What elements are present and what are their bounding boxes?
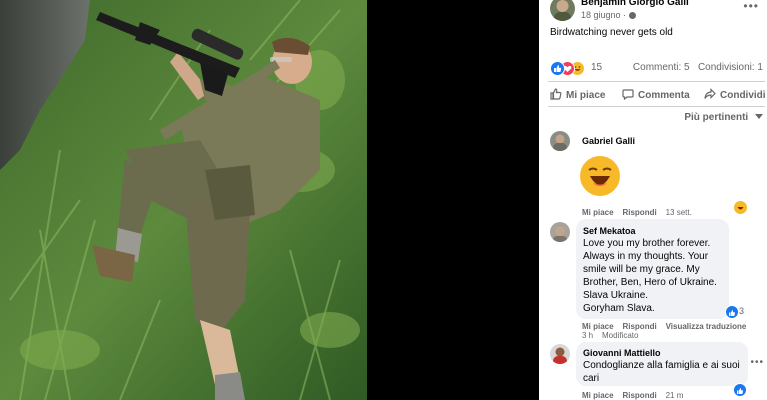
- comment-like-link[interactable]: Mi piace: [582, 208, 614, 217]
- photo-illustration: [0, 0, 367, 400]
- comment-share-counts: Commenti: 5 Condivisioni: 1: [633, 62, 763, 73]
- comment-text-line: Always in my thoughts. Your: [583, 251, 709, 262]
- comment-text: Love you my brother forever. Always in m…: [583, 237, 717, 315]
- comment-reply-link[interactable]: Rispondi: [622, 391, 656, 400]
- like-reaction-icon[interactable]: [725, 305, 739, 319]
- comment-sort-label: Più pertinenti: [684, 112, 749, 123]
- share-button-label: Condividi: [720, 90, 766, 101]
- comment-sort-dropdown[interactable]: Più pertinenti: [684, 112, 763, 123]
- author-name[interactable]: Benjamin Giorgio Galli: [581, 0, 689, 8]
- comment-reply-link[interactable]: Rispondi: [622, 208, 656, 217]
- post-date-text[interactable]: 18 giugno ·: [581, 10, 626, 20]
- post-date[interactable]: 18 giugno ·: [581, 10, 637, 20]
- share-count[interactable]: Condivisioni: 1: [698, 62, 763, 73]
- haha-reaction-icon[interactable]: [733, 200, 748, 215]
- laughing-emoji-sticker: [580, 156, 620, 196]
- more-options-icon[interactable]: •••: [743, 0, 759, 13]
- comment-options-icon[interactable]: •••: [750, 357, 764, 368]
- share-icon: [704, 88, 716, 99]
- comment-author[interactable]: Sef Mekatoa: [583, 226, 636, 236]
- comment-text-line: cari: [583, 373, 600, 384]
- like-button[interactable]: Mi piace: [550, 88, 605, 101]
- comment-author[interactable]: Giovanni Mattiello: [583, 348, 661, 358]
- post-caption: Birdwatching never gets old: [550, 27, 673, 38]
- comment-time[interactable]: 21 m: [666, 391, 684, 400]
- like-reaction-icon[interactable]: [733, 383, 747, 397]
- comment-icon: [622, 89, 634, 101]
- comment-text-line: Brother, Ben, Hero of Ukraine.: [583, 277, 717, 288]
- comment-text: Condoglianze alla famiglia e ai suoi car…: [583, 359, 740, 385]
- share-button[interactable]: Condividi: [704, 88, 766, 101]
- comment-avatar[interactable]: [550, 131, 570, 151]
- comment-text-line: Goryham Slava.: [583, 303, 655, 314]
- comment-time[interactable]: 13 sett.: [666, 208, 692, 217]
- comment-text-line: Love you my brother forever.: [583, 238, 711, 249]
- comment-avatar[interactable]: [550, 344, 570, 364]
- edited-label: Modificato: [602, 331, 639, 340]
- comment-like-link[interactable]: Mi piace: [582, 391, 614, 400]
- comment-author[interactable]: Gabriel Galli: [582, 136, 635, 146]
- comment-text-line: smile will be my grace. My: [583, 264, 700, 275]
- comment-time[interactable]: 3 h: [582, 331, 593, 340]
- post-photo[interactable]: [0, 0, 367, 400]
- post-side-panel: Benjamin Giorgio Galli 18 giugno · ••• B…: [539, 0, 767, 400]
- comment-meta: Mi piace Rispondi Visualizza traduzione: [582, 322, 746, 331]
- comment-text-line: Slava Ukraine.: [583, 290, 649, 301]
- viewer-backdrop: [367, 0, 539, 400]
- comment-button[interactable]: Commenta: [622, 88, 690, 101]
- comment-meta: Mi piace Rispondi 13 sett.: [582, 208, 692, 217]
- comment-reaction-count[interactable]: 3: [739, 306, 744, 316]
- comment-button-label: Commenta: [638, 90, 690, 101]
- reaction-count[interactable]: 15: [591, 62, 602, 73]
- comment-count[interactable]: Commenti: 5: [633, 62, 690, 73]
- comment-avatar[interactable]: [550, 222, 570, 242]
- comment-meta-secondary: 3 h Modificato: [582, 331, 638, 340]
- like-reaction-icon: [550, 61, 565, 76]
- comment-text-line: Condoglianze alla famiglia e ai suoi: [583, 360, 740, 371]
- author-avatar[interactable]: [550, 0, 575, 21]
- divider-bottom: [548, 106, 765, 107]
- divider-top: [548, 81, 765, 82]
- like-button-label: Mi piace: [566, 90, 606, 101]
- caret-down-icon: [755, 114, 763, 119]
- comment-like-link[interactable]: Mi piace: [582, 322, 614, 331]
- globe-icon: [629, 12, 637, 19]
- thumbs-up-icon: [550, 88, 562, 100]
- comment-meta: Mi piace Rispondi 21 m: [582, 391, 683, 400]
- comment-reply-link[interactable]: Rispondi: [622, 322, 656, 331]
- see-translation-link[interactable]: Visualizza traduzione: [666, 322, 747, 331]
